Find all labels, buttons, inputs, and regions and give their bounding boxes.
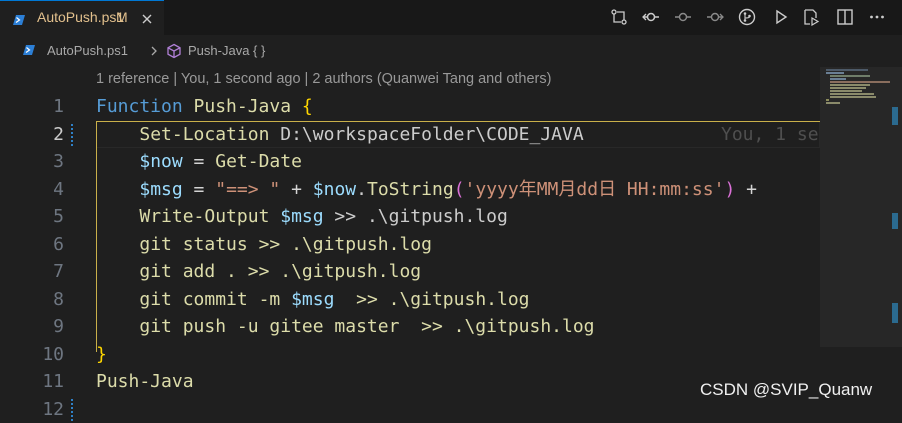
code-text: Write-Output $msg >> .\gitpush.log (96, 203, 508, 231)
line-number: 12 (0, 396, 64, 423)
inline-blame: You, 1 se (721, 121, 819, 149)
modified-indicator: M (116, 9, 128, 25)
scrollbar-marker (892, 107, 898, 125)
git-change-marker[interactable] (71, 124, 73, 146)
code-line: 5 Write-Output $msg >> .\gitpush.log (0, 203, 820, 231)
breadcrumb-symbol[interactable]: Push-Java { } (188, 43, 265, 58)
scrollbar-marker (892, 303, 898, 323)
minimap[interactable] (820, 67, 902, 412)
code-text: git add . >> .\gitpush.log (96, 258, 421, 286)
code-text: git push -u gitee master >> .\gitpush.lo… (96, 313, 595, 341)
breadcrumb-file[interactable]: AutoPush.ps1 (47, 43, 128, 58)
method-symbol-icon (166, 43, 182, 62)
line-number: 4 (0, 176, 64, 204)
split-editor-icon[interactable] (836, 8, 854, 26)
scrollbar-marker (892, 213, 898, 229)
source-control-compare-icon[interactable] (610, 8, 628, 26)
code-text: $msg = "==> " + $now.ToString('yyyy年MM月d… (96, 176, 757, 204)
powershell-file-icon (22, 44, 36, 59)
breadcrumb: AutoPush.ps1 Push-Java { } (0, 35, 902, 67)
code-line: 3 $now = Get-Date (0, 148, 820, 176)
git-prev-icon[interactable] (674, 8, 692, 26)
editor-tab-autopush[interactable]: AutoPush.ps1 M (0, 0, 164, 35)
code-text: Push-Java (96, 368, 194, 396)
code-line: 12 (0, 396, 820, 423)
git-change-marker[interactable] (71, 399, 73, 421)
chevron-right-icon (149, 44, 159, 61)
code-text: $now = Get-Date (96, 148, 302, 176)
line-number: 10 (0, 341, 64, 369)
bracket-guide-vertical (96, 121, 97, 352)
run-and-debug-icon[interactable] (802, 8, 820, 26)
code-line: 2 Set-Location D:\workspaceFolder\CODE_J… (0, 121, 820, 149)
line-number: 8 (0, 286, 64, 314)
line-number: 6 (0, 231, 64, 259)
code-text: Function Push-Java { (96, 93, 313, 121)
editor-tab-bar: AutoPush.ps1 M (0, 0, 902, 35)
code-line: 7 git add . >> .\gitpush.log (0, 258, 820, 286)
code-text: git status >> .\gitpush.log (96, 231, 432, 259)
code-line: 1 Function Push-Java { (0, 93, 820, 121)
line-number: 7 (0, 258, 64, 286)
code-line: 6 git status >> .\gitpush.log (0, 231, 820, 259)
git-commit-icon[interactable] (642, 8, 660, 26)
minimap-slider[interactable] (820, 67, 902, 347)
code-text: git commit -m $msg >> .\gitpush.log (96, 286, 530, 314)
code-editor[interactable]: 1 Function Push-Java { 2 Set-Location D:… (0, 93, 820, 412)
line-number: 1 (0, 93, 64, 121)
line-number: 3 (0, 148, 64, 176)
powershell-file-icon (12, 11, 26, 23)
line-number: 9 (0, 313, 64, 341)
code-line: 8 git commit -m $msg >> .\gitpush.log (0, 286, 820, 314)
code-line: 4 $msg = "==> " + $now.ToString('yyyy年MM… (0, 176, 820, 204)
code-line: 10 } (0, 341, 820, 369)
close-icon[interactable] (140, 11, 154, 25)
line-number: 5 (0, 203, 64, 231)
code-line: 11 Push-Java (0, 368, 820, 396)
code-text: } (96, 341, 107, 369)
csdn-watermark: CSDN @SVIP_Quanw (700, 380, 872, 400)
codelens-references[interactable]: 1 reference | You, 1 second ago | 2 auth… (96, 71, 551, 87)
run-icon[interactable] (772, 8, 790, 26)
tab-label: AutoPush.ps1 (37, 9, 124, 25)
bracket-guide-horizontal (96, 121, 820, 122)
git-history-icon[interactable] (738, 8, 756, 26)
code-text: Set-Location D:\workspaceFolder\CODE_JAV… (96, 121, 584, 149)
more-icon[interactable] (868, 8, 886, 26)
line-number: 11 (0, 368, 64, 396)
git-next-icon[interactable] (706, 8, 724, 26)
code-line: 9 git push -u gitee master >> .\gitpush.… (0, 313, 820, 341)
line-number: 2 (0, 121, 64, 149)
